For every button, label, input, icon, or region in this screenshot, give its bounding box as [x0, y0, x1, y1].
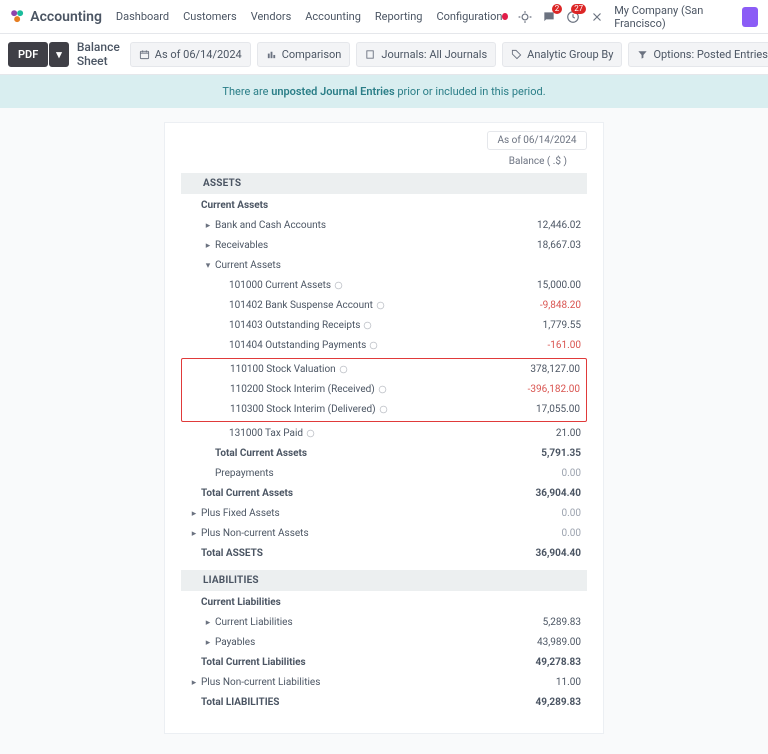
section-assets: ASSETS [181, 173, 587, 194]
caret-down-icon[interactable]: ▾ [201, 259, 215, 273]
bug-icon[interactable] [518, 10, 532, 24]
report-toolbar: PDF ▾ Balance Sheet As of 06/14/2024 Com… [0, 34, 768, 75]
info-icon[interactable] [379, 405, 388, 414]
info-icon[interactable] [378, 385, 387, 394]
pdf-button[interactable]: PDF [8, 42, 48, 67]
caret-right-icon[interactable]: ▸ [187, 676, 201, 690]
row-101000[interactable]: 101000 Current Assets 15,000.00 [181, 276, 587, 296]
nav-reporting[interactable]: Reporting [375, 10, 423, 23]
row-current-liab[interactable]: ▸ Current Liabilities 5,289.83 [181, 613, 587, 633]
asof-button[interactable]: As of 06/14/2024 [130, 42, 251, 67]
nav-accounting[interactable]: Accounting [305, 10, 361, 23]
journals-button[interactable]: Journals: All Journals [356, 42, 496, 67]
chat-badge: 2 [552, 4, 563, 14]
row-110200[interactable]: 110200 Stock Interim (Received) -396,182… [182, 380, 586, 400]
activity-badge: 27 [571, 4, 586, 14]
asof-label: As of 06/14/2024 [155, 48, 242, 61]
balance-sheet-card: As of 06/14/2024 Balance ( .$ ) ASSETS C… [164, 122, 604, 734]
top-nav: Accounting Dashboard Customers Vendors A… [0, 0, 768, 34]
tag-icon [511, 49, 522, 60]
section-liabilities: LIABILITIES [181, 570, 587, 591]
caret-right-icon[interactable]: ▸ [201, 616, 215, 630]
caret-right-icon[interactable]: ▸ [187, 527, 201, 541]
caret-right-icon[interactable]: ▸ [201, 636, 215, 650]
banner-pre: There are [222, 85, 271, 98]
row-101402[interactable]: 101402 Bank Suspense Account -9,848.20 [181, 296, 587, 316]
row-prepayments[interactable]: Prepayments 0.00 [181, 464, 587, 484]
row-current-assets-group[interactable]: ▾ Current Assets [181, 256, 587, 276]
row-total-cl: Total Current Liabilities 49,278.83 [181, 653, 587, 673]
nav-vendors[interactable]: Vendors [251, 10, 292, 23]
app-logo-icon [10, 9, 24, 25]
row-current-liab-header: Current Liabilities [181, 593, 587, 613]
options-label: Options: Posted Entries Only , Accrual B… [653, 48, 768, 61]
nav-dashboard[interactable]: Dashboard [116, 10, 169, 23]
row-payables[interactable]: ▸ Payables 43,989.00 [181, 633, 587, 653]
caret-right-icon[interactable]: ▸ [187, 507, 201, 521]
nav-configuration[interactable]: Configuration [436, 10, 502, 23]
tools-icon[interactable] [590, 10, 604, 24]
row-110100[interactable]: 110100 Stock Valuation 378,127.00 [182, 360, 586, 380]
row-131000[interactable]: 131000 Tax Paid 21.00 [181, 424, 587, 444]
options-button[interactable]: Options: Posted Entries Only , Accrual B… [628, 42, 768, 67]
row-101403[interactable]: 101403 Outstanding Receipts 1,779.55 [181, 316, 587, 336]
analytic-label: Analytic Group By [527, 48, 613, 61]
banner-mid: unposted Journal Entries [271, 85, 394, 98]
info-icon[interactable] [363, 321, 372, 330]
row-plus-ncl[interactable]: ▸ Plus Non-current Liabilities 11.00 [181, 673, 587, 693]
row-plus-nca[interactable]: ▸ Plus Non-current Assets 0.00 [181, 524, 587, 544]
report-title: Balance Sheet [77, 40, 120, 68]
pdf-caret-button[interactable]: ▾ [49, 42, 69, 67]
systray: 2 27 My Company (San Francisco) [502, 4, 758, 30]
row-receivables[interactable]: ▸ Receivables 18,667.03 [181, 236, 587, 256]
book-icon [365, 49, 376, 60]
row-total-ca-inner: Total Current Assets 5,791.35 [181, 444, 587, 464]
row-bank-cash[interactable]: ▸ Bank and Cash Accounts 12,446.02 [181, 216, 587, 236]
info-icon[interactable] [339, 365, 348, 374]
caret-right-icon[interactable]: ▸ [201, 239, 215, 253]
row-total-ca: Total Current Assets 36,904.40 [181, 484, 587, 504]
caret-right-icon[interactable]: ▸ [201, 219, 215, 233]
info-icon[interactable] [376, 301, 385, 310]
chart-icon [266, 49, 277, 60]
unposted-entries-banner[interactable]: There are unposted Journal Entries prior… [0, 75, 768, 108]
row-total-assets: Total ASSETS 36,904.40 [181, 544, 587, 564]
nav-customers[interactable]: Customers [183, 10, 237, 23]
chat-icon[interactable]: 2 [542, 10, 556, 24]
analytic-button[interactable]: Analytic Group By [502, 42, 622, 67]
nav-links: Dashboard Customers Vendors Accounting R… [116, 10, 503, 23]
activity-icon[interactable]: 27 [566, 10, 580, 24]
company-selector[interactable]: My Company (San Francisco) [614, 4, 731, 30]
calendar-icon [139, 49, 150, 60]
filter-icon [637, 49, 648, 60]
row-current-assets-header: Current Assets [181, 196, 587, 216]
row-plus-fixed[interactable]: ▸ Plus Fixed Assets 0.00 [181, 504, 587, 524]
app-brand[interactable]: Accounting [30, 9, 102, 25]
journals-label: Journals: All Journals [381, 48, 487, 61]
comparison-button[interactable]: Comparison [257, 42, 351, 67]
row-total-liab: Total LIABILITIES 49,289.83 [181, 693, 587, 713]
banner-post: prior or included in this period. [395, 85, 546, 98]
balance-column-label: Balance ( .$ ) [181, 156, 587, 167]
avatar[interactable] [742, 7, 758, 27]
row-101404[interactable]: 101404 Outstanding Payments -161.00 [181, 336, 587, 356]
row-110300[interactable]: 110300 Stock Interim (Delivered) 17,055.… [182, 400, 586, 420]
info-icon[interactable] [334, 281, 343, 290]
column-date-header: As of 06/14/2024 [487, 131, 587, 150]
record-indicator-icon[interactable] [502, 13, 508, 20]
info-icon[interactable] [369, 341, 378, 350]
highlight-stock-rows: 110100 Stock Valuation 378,127.00 110200… [181, 358, 587, 422]
comparison-label: Comparison [282, 48, 342, 61]
info-icon[interactable] [306, 429, 315, 438]
